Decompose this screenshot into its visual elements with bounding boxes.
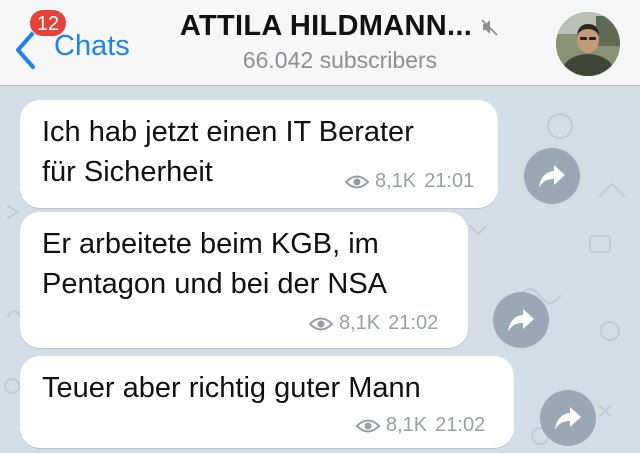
message-text-line: für Sicherheit [42, 156, 213, 188]
unread-count-badge: 12 [29, 9, 67, 37]
message-time: 21:02 [435, 414, 486, 436]
chevron-left-icon [16, 31, 35, 69]
eye-icon [309, 317, 333, 330]
message-text-line: Pentagon und bei der NSA [42, 268, 388, 300]
message-meta: 8,1K 21:01 [345, 170, 474, 193]
message-meta: 8,1K 21:02 [356, 414, 485, 437]
message-text-line: Teuer aber richtig guter Mann [42, 372, 421, 404]
channel-info[interactable]: ATTILA HILDMANN... 66.042 subscribers [150, 10, 530, 74]
share-button[interactable] [524, 148, 580, 204]
channel-title: ATTILA HILDMANN... [179, 10, 473, 42]
back-label: Chats [54, 30, 130, 62]
back-button[interactable]: Chats 12 [10, 9, 150, 72]
view-count: 8,1K [375, 170, 417, 192]
share-arrow-icon [555, 407, 581, 430]
message-meta: 8,1K 21:02 [309, 312, 438, 335]
message-text-line: Er arbeitete beim KGB, im [42, 228, 379, 260]
message-bubble[interactable]: Ich hab jetzt einen IT Berater für Siche… [20, 100, 498, 208]
message-time: 21:01 [424, 170, 475, 192]
message-bubble[interactable]: Teuer aber richtig guter Mann 8,1K 21:02 [20, 356, 514, 448]
eye-icon [345, 175, 369, 188]
eye-icon [356, 419, 380, 432]
share-arrow-icon [508, 309, 534, 332]
channel-avatar[interactable] [556, 12, 620, 76]
message-list[interactable]: Ich hab jetzt einen IT Berater für Siche… [0, 86, 640, 453]
chat-header: Chats 12 ATTILA HILDMANN... 66.042 subsc… [0, 0, 640, 86]
view-count: 8,1K [339, 312, 381, 334]
message-bubble[interactable]: Er arbeitete beim KGB, im Pentagon und b… [20, 212, 468, 348]
message-text-line: Ich hab jetzt einen IT Berater [42, 116, 414, 148]
view-count: 8,1K [386, 414, 428, 436]
share-button[interactable] [540, 390, 596, 446]
subscriber-count: 66.042 subscribers [242, 47, 438, 73]
message-time: 21:02 [388, 312, 439, 334]
share-arrow-icon [539, 165, 565, 188]
muted-speaker-icon [481, 18, 498, 36]
share-button[interactable] [493, 292, 549, 348]
